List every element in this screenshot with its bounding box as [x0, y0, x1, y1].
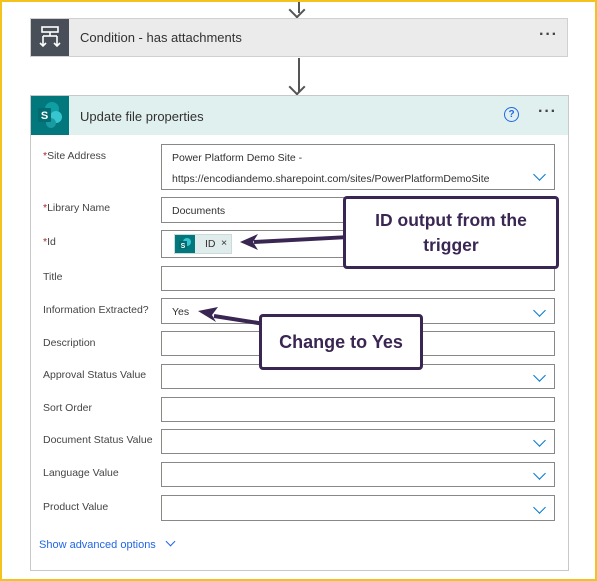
- chevron-down-icon[interactable]: [533, 501, 546, 514]
- sort-order-field[interactable]: [161, 397, 555, 422]
- chevron-down-icon[interactable]: [533, 168, 546, 181]
- condition-card[interactable]: Condition - has attachments ···: [30, 18, 568, 57]
- product-dropdown[interactable]: [161, 495, 555, 521]
- sort-order-label: Sort Order: [43, 402, 93, 414]
- library-name-label: *Library Name: [43, 202, 110, 214]
- site-address-field[interactable]: Power Platform Demo Site - https://encod…: [161, 144, 555, 190]
- card-title: Update file properties: [80, 109, 204, 124]
- help-icon[interactable]: ?: [504, 107, 519, 122]
- condition-icon: [31, 19, 69, 56]
- document-status-dropdown[interactable]: [161, 429, 555, 454]
- chevron-down-icon[interactable]: [533, 369, 546, 382]
- product-label: Product Value: [43, 501, 109, 513]
- library-name-value: Documents: [172, 205, 226, 217]
- title-field[interactable]: [161, 266, 555, 291]
- chevron-down-icon[interactable]: [533, 304, 546, 317]
- callout-arrowhead-icon: [198, 307, 218, 322]
- id-token-label: ID: [205, 238, 216, 250]
- title-label: Title: [43, 271, 63, 283]
- show-advanced-label: Show advanced options: [39, 539, 156, 551]
- connector-arrow-icon: [288, 78, 306, 96]
- id-label-text: Id: [47, 236, 56, 248]
- document-status-label: Document Status Value: [43, 434, 153, 446]
- remove-token-icon[interactable]: ×: [221, 237, 227, 249]
- yes-callout-text: Change to Yes: [279, 332, 403, 352]
- site-address-label-text: Site Address: [47, 150, 107, 162]
- condition-title: Condition - has attachments: [80, 30, 242, 45]
- library-name-label-text: Library Name: [47, 202, 111, 214]
- site-address-line2: https://encodiandemo.sharepoint.com/site…: [172, 173, 490, 185]
- callout-arrowhead-icon: [240, 234, 258, 250]
- language-dropdown[interactable]: [161, 462, 555, 487]
- sharepoint-icon: S: [31, 96, 69, 135]
- id-label: *Id: [43, 236, 56, 248]
- yes-callout: Change to Yes: [259, 314, 423, 370]
- connector-arrow-icon: [288, 1, 306, 19]
- card-header[interactable]: S Update file properties ? ···: [31, 96, 568, 135]
- information-extracted-value: Yes: [172, 306, 190, 318]
- sharepoint-icon: S: [175, 235, 195, 253]
- chevron-down-icon[interactable]: [533, 434, 546, 447]
- id-token[interactable]: S ID ×: [174, 234, 232, 254]
- id-callout: ID output from the trigger: [343, 196, 559, 269]
- chevron-down-icon: [165, 536, 176, 547]
- card-menu-icon[interactable]: ···: [538, 103, 557, 121]
- site-address-line1: Power Platform Demo Site -: [172, 152, 303, 164]
- description-label: Description: [43, 337, 96, 349]
- language-label: Language Value: [43, 467, 119, 479]
- id-callout-text: ID output from the trigger: [375, 210, 527, 255]
- svg-text:S: S: [41, 110, 48, 122]
- approval-status-label: Approval Status Value: [43, 369, 147, 381]
- chevron-down-icon[interactable]: [533, 467, 546, 480]
- show-advanced-options-link[interactable]: Show advanced options: [39, 536, 176, 551]
- site-address-label: *Site Address: [43, 150, 106, 162]
- svg-text:S: S: [181, 243, 186, 250]
- condition-menu-icon[interactable]: ···: [539, 26, 558, 44]
- information-extracted-label: Information Extracted?: [43, 304, 149, 316]
